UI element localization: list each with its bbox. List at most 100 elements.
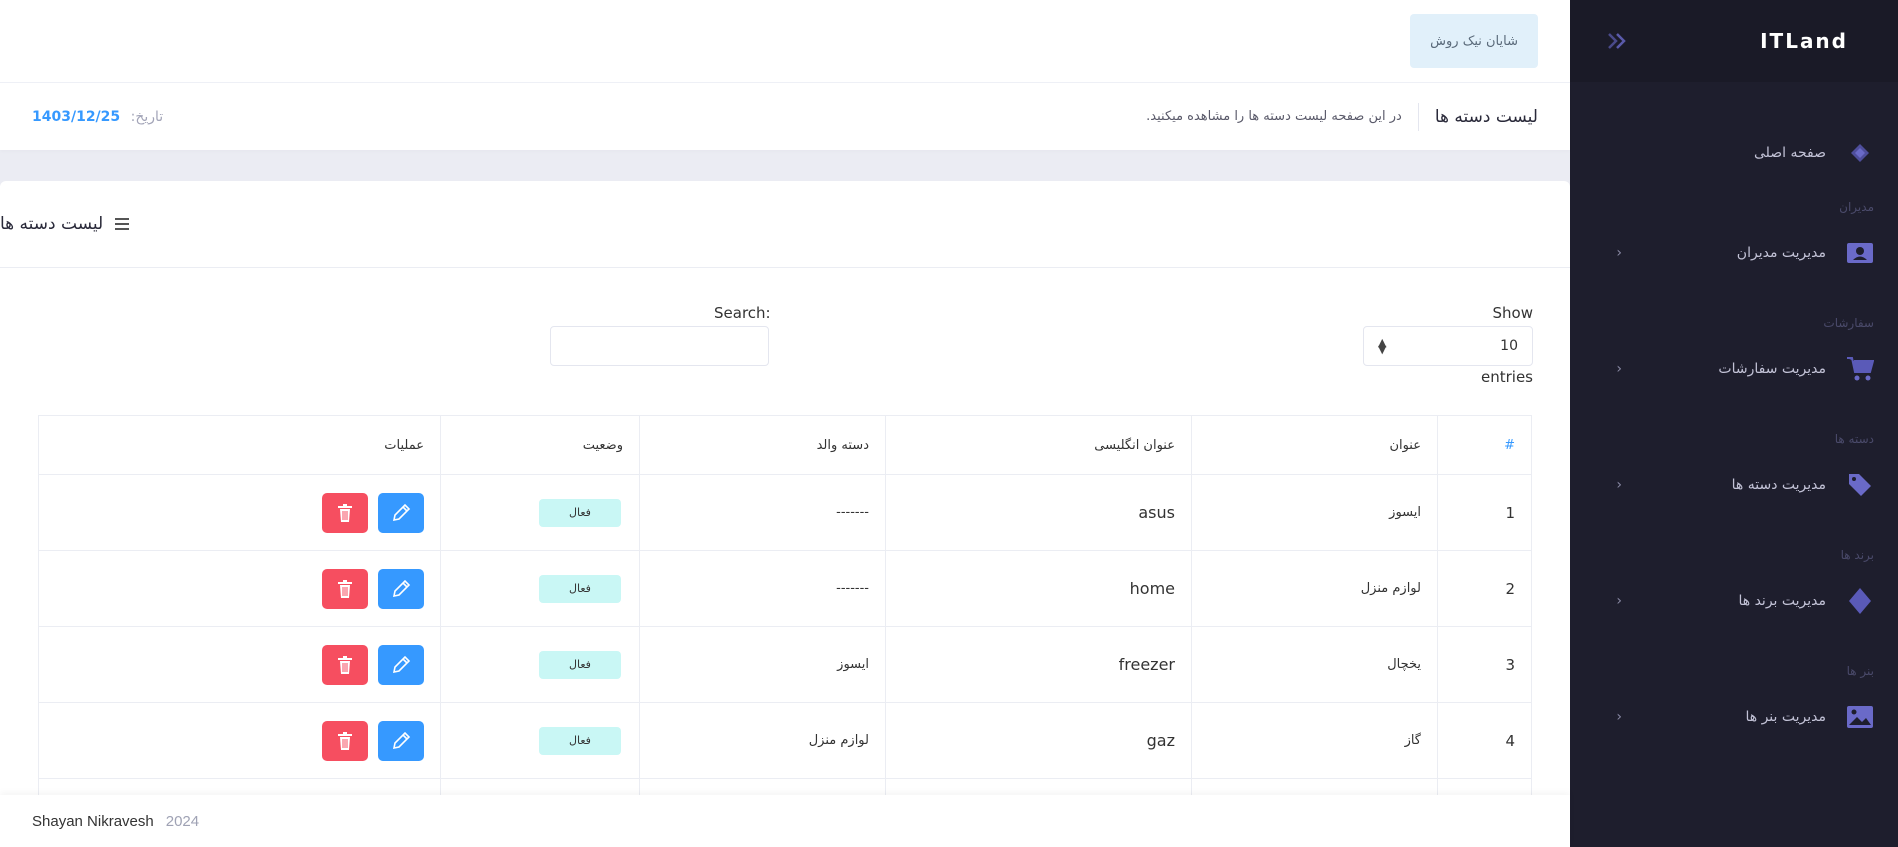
sidebar-toggle-icon[interactable] xyxy=(1605,28,1631,54)
sidebar-item-label: مدیریت دسته ها xyxy=(1731,477,1826,493)
cell-title-en: asus xyxy=(885,474,1192,551)
card-header: لیست دسته ها xyxy=(0,181,1570,268)
sidebar-item-label: مدیریت برند ها xyxy=(1738,593,1826,609)
cell-actions xyxy=(38,474,441,551)
app: ITLand صفحه اصلی مدیران مدیریت مدیران ‹ … xyxy=(0,0,1898,847)
chevron-left-icon: ‹ xyxy=(1616,245,1622,261)
page-description: در این صفحه لیست دسته ها را مشاهده میکنی… xyxy=(1146,109,1402,124)
column-header-status[interactable]: وضعیت xyxy=(440,415,640,475)
edit-button[interactable] xyxy=(378,568,424,609)
delete-button[interactable] xyxy=(322,644,368,685)
cell-actions xyxy=(38,626,441,703)
sidebar-item-orders[interactable]: مدیریت سفارشات ‹ xyxy=(1570,342,1898,396)
categories-card: لیست دسته ها Show ▲ ▼ 10 entries Search: … xyxy=(0,181,1570,847)
cell-status: فعال xyxy=(440,626,640,703)
cell-actions xyxy=(38,702,441,779)
date-label: تاریخ: xyxy=(130,108,164,125)
pencil-icon xyxy=(392,579,411,597)
status-badge: فعال xyxy=(539,650,621,679)
footer-year: 2024 xyxy=(165,812,200,830)
entries-label: entries xyxy=(1481,368,1533,386)
chevron-left-icon: ‹ xyxy=(1616,593,1622,609)
contact-card-icon xyxy=(1846,239,1874,267)
table-row: 3 یخچال freezer ایسوز فعال xyxy=(38,626,1532,703)
section-label-categories: دسته ها xyxy=(1834,432,1874,446)
cell-parent: ------- xyxy=(639,550,886,627)
subheader: لیست دسته ها در این صفحه لیست دسته ها را… xyxy=(0,83,1570,150)
sidebar-item-label: مدیریت بنر ها xyxy=(1745,709,1826,725)
brand-logo[interactable]: ITLand xyxy=(1760,29,1848,53)
cell-id: 1 xyxy=(1437,474,1532,551)
image-icon xyxy=(1846,703,1874,731)
chevron-left-icon: ‹ xyxy=(1616,361,1622,377)
sidebar-item-dashboard[interactable]: صفحه اصلی xyxy=(1570,126,1898,180)
table-row: 1 ایسوز asus ------- فعال xyxy=(38,474,1532,551)
column-header-id[interactable]: # xyxy=(1437,415,1532,475)
cell-status: فعال xyxy=(440,550,640,627)
main-content: شایان نیک روش لیست دسته ها در این صفحه ل… xyxy=(0,0,1570,847)
cell-id: 4 xyxy=(1437,702,1532,779)
status-badge: فعال xyxy=(539,726,621,755)
sidebar-item-brands[interactable]: مدیریت برند ها ‹ xyxy=(1570,574,1898,628)
trash-icon xyxy=(338,579,352,598)
cell-parent: ایسوز xyxy=(639,626,886,703)
edit-button[interactable] xyxy=(378,720,424,761)
column-header-actions[interactable]: عملیات xyxy=(38,415,441,475)
topbar: شایان نیک روش xyxy=(0,0,1570,83)
pencil-icon xyxy=(392,731,411,749)
search-input[interactable] xyxy=(550,326,769,366)
search-label: Search: xyxy=(714,304,771,322)
cell-title: ایسوز xyxy=(1191,474,1438,551)
table-header-row: # عنوان عنوان انگلیسی دسته والد وضعیت عم… xyxy=(38,415,1532,475)
delete-button[interactable] xyxy=(322,492,368,533)
trash-icon xyxy=(338,731,352,750)
delete-button[interactable] xyxy=(322,720,368,761)
sidebar-item-banners[interactable]: مدیریت بنر ها ‹ xyxy=(1570,690,1898,744)
cell-title: گاز xyxy=(1191,702,1438,779)
cell-title-en: gaz xyxy=(885,702,1192,779)
subheader-title-group: لیست دسته ها در این صفحه لیست دسته ها را… xyxy=(1146,102,1538,131)
list-icon xyxy=(115,218,130,230)
user-menu-button[interactable]: شایان نیک روش xyxy=(1410,14,1538,68)
edit-button[interactable] xyxy=(378,644,424,685)
column-header-title-en[interactable]: عنوان انگلیسی xyxy=(885,415,1192,475)
entries-select[interactable]: ▲ ▼ 10 xyxy=(1363,326,1533,366)
pencil-icon xyxy=(392,503,411,521)
sort-arrows-icon: ▲ ▼ xyxy=(1378,336,1387,356)
cell-title-en: freezer xyxy=(885,626,1192,703)
table-controls: Show ▲ ▼ 10 entries Search: xyxy=(0,268,1570,413)
sidebar-item-categories[interactable]: مدیریت دسته ها ‹ xyxy=(1570,458,1898,512)
footer-author[interactable]: Shayan Nikravesh xyxy=(32,813,154,830)
sidebar: ITLand صفحه اصلی مدیران مدیریت مدیران ‹ … xyxy=(1570,0,1898,847)
pencil-icon xyxy=(392,655,411,673)
date-value: 1403/12/25 xyxy=(32,108,121,125)
show-label: Show xyxy=(1492,304,1533,322)
date-display: تاریخ: 1403/12/25 xyxy=(32,109,163,125)
table-row: 2 لوازم منزل home ------- فعال xyxy=(38,550,1532,627)
trash-icon xyxy=(338,503,352,522)
section-label-orders: سفارشات xyxy=(1823,316,1874,330)
cell-parent: لوازم منزل xyxy=(639,702,886,779)
card-title: لیست دسته ها xyxy=(0,214,104,234)
section-label-banners: بنر ها xyxy=(1846,664,1874,678)
diamond-icon xyxy=(1846,587,1874,615)
cell-parent: ------- xyxy=(639,474,886,551)
section-label-admins: مدیران xyxy=(1839,200,1874,214)
trash-icon xyxy=(338,655,352,674)
column-header-parent[interactable]: دسته والد xyxy=(639,415,886,475)
column-header-title[interactable]: عنوان xyxy=(1191,415,1438,475)
delete-button[interactable] xyxy=(322,568,368,609)
layers-icon xyxy=(1846,139,1874,167)
cell-title: لوازم منزل xyxy=(1191,550,1438,627)
page-title: لیست دسته ها xyxy=(1417,102,1538,131)
cart-icon xyxy=(1846,355,1874,383)
sidebar-item-label: صفحه اصلی xyxy=(1753,145,1826,161)
edit-button[interactable] xyxy=(378,492,424,533)
sidebar-item-admins[interactable]: مدیریت مدیران ‹ xyxy=(1570,226,1898,280)
cell-id: 3 xyxy=(1437,626,1532,703)
cell-status: فعال xyxy=(440,474,640,551)
section-label-brands: برند ها xyxy=(1840,548,1874,562)
status-badge: فعال xyxy=(539,498,621,527)
status-badge: فعال xyxy=(539,574,621,603)
sidebar-item-label: مدیریت مدیران xyxy=(1736,245,1826,261)
